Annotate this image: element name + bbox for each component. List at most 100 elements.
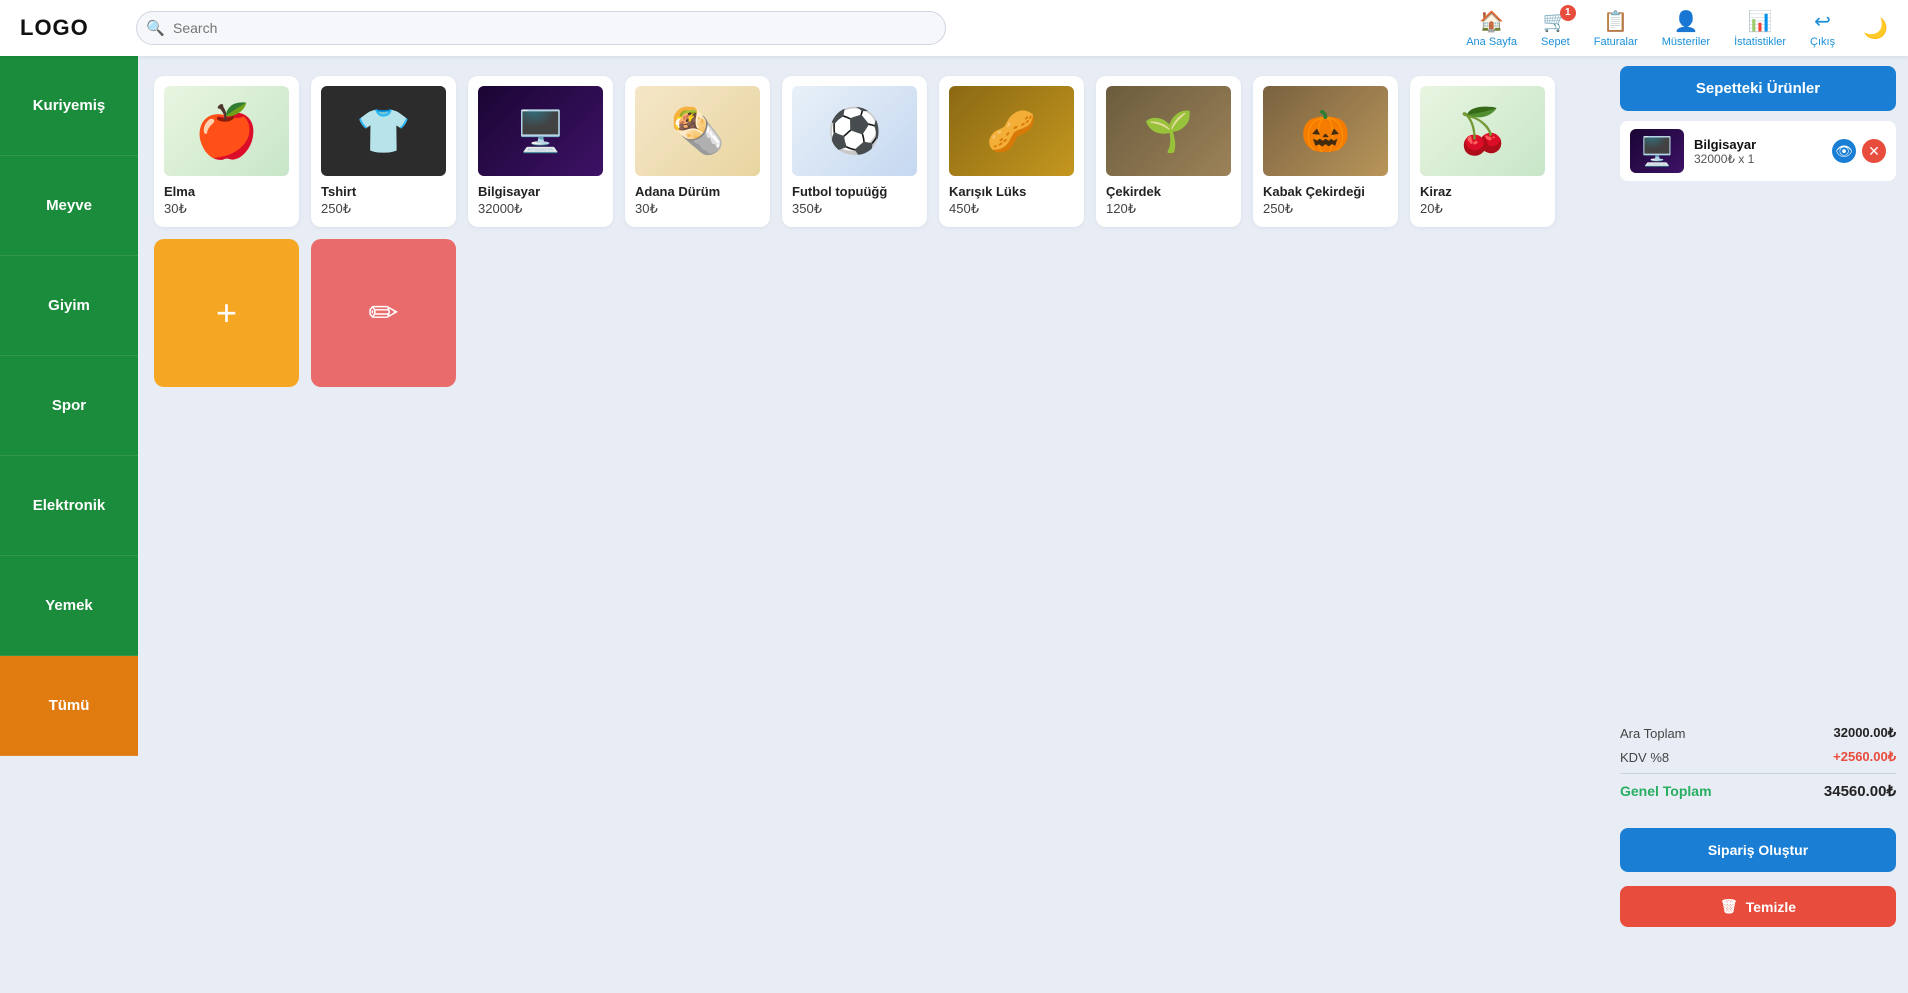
- nav-item-sepet[interactable]: 🛒 1 Sepet: [1541, 9, 1570, 48]
- nav-label-sepet: Sepet: [1541, 36, 1570, 48]
- cart-item-img-bilgisayar: 🖥️: [1630, 129, 1684, 173]
- cart-item-remove-button[interactable]: ✕: [1862, 139, 1886, 163]
- product-price-elma: 30₺: [164, 201, 289, 217]
- product-img-cekirdek: 🌱: [1106, 86, 1231, 176]
- nav-label-faturalar: Faturalar: [1594, 36, 1638, 48]
- right-panel: Sepetteki Ürünler 🖥️ Bilgisayar 32000₺ x…: [1608, 56, 1908, 937]
- sidebar-label-meyve: Meyve: [46, 197, 92, 214]
- search-wrap: 🔍: [136, 11, 946, 45]
- temizle-button[interactable]: 🗑 Temizle: [1620, 886, 1896, 927]
- nav-item-cikis[interactable]: ↩ Çıkış: [1810, 9, 1835, 48]
- product-card-karisik-luks[interactable]: 🥜 Karışık Lüks 450₺: [939, 76, 1084, 227]
- product-name-elma: Elma: [164, 184, 289, 199]
- main-content: 🍎 Elma 30₺ 👕 Tshirt 250₺ 🖥️ Bilgisayar 3…: [138, 56, 1608, 937]
- invoice-icon: 📋: [1603, 9, 1628, 34]
- product-card-bilgisayar[interactable]: 🖥️ Bilgisayar 32000₺: [468, 76, 613, 227]
- cart-item-controls: 👁 ✕: [1832, 139, 1886, 163]
- product-card-kabak-cekirde[interactable]: 🎃 Kabak Çekirdeği 250₺: [1253, 76, 1398, 227]
- product-price-kiraz: 20₺: [1420, 201, 1545, 217]
- product-name-futbol-topu: Futbol topuüğğ: [792, 184, 917, 199]
- edit-product-button[interactable]: ✏: [311, 239, 456, 387]
- product-price-cekirdek: 120₺: [1106, 201, 1231, 217]
- summary-divider: [1620, 773, 1896, 774]
- edit-icon: ✏: [368, 292, 398, 334]
- genel-toplam-label: Genel Toplam: [1620, 783, 1712, 799]
- sidebar-label-giyim: Giyim: [48, 297, 90, 314]
- sidebar-item-giyim[interactable]: Giyim: [0, 256, 138, 356]
- sidebar-label-spor: Spor: [52, 397, 86, 414]
- sidebar-label-elektronik: Elektronik: [33, 497, 106, 514]
- header: LOGO 🔍 🏠 Ana Sayfa 🛒 1 Sepet 📋 Faturalar…: [0, 0, 1908, 56]
- sidebar-item-meyve[interactable]: Meyve: [0, 156, 138, 256]
- product-card-tshirt[interactable]: 👕 Tshirt 250₺: [311, 76, 456, 227]
- nav-bar: 🏠 Ana Sayfa 🛒 1 Sepet 📋 Faturalar 👤 Müst…: [1466, 9, 1888, 48]
- add-product-button[interactable]: +: [154, 239, 299, 387]
- nav-item-musteriler[interactable]: 👤 Müsteriler: [1662, 9, 1710, 48]
- cart-item-bilgisayar: 🖥️ Bilgisayar 32000₺ x 1 👁 ✕: [1620, 121, 1896, 181]
- search-icon: 🔍: [146, 19, 165, 37]
- product-price-futbol-topu: 350₺: [792, 201, 917, 217]
- product-grid: 🍎 Elma 30₺ 👕 Tshirt 250₺ 🖥️ Bilgisayar 3…: [154, 76, 1592, 387]
- nav-item-ana-sayfa[interactable]: 🏠 Ana Sayfa: [1466, 9, 1517, 48]
- sidebar: Kuriyemiş Meyve Giyim Spor Elektronik Ye…: [0, 56, 138, 937]
- home-icon: 🏠: [1479, 9, 1504, 34]
- dark-mode-toggle[interactable]: 🌙: [1863, 16, 1888, 41]
- sidebar-item-elektronik[interactable]: Elektronik: [0, 456, 138, 556]
- ara-toplam-row: Ara Toplam 32000.00₺: [1620, 725, 1896, 741]
- product-name-adana-durum: Adana Dürüm: [635, 184, 760, 199]
- cart-item-info-bilgisayar: Bilgisayar 32000₺ x 1: [1694, 137, 1822, 166]
- product-img-kiraz: 🍒: [1420, 86, 1545, 176]
- product-img-tshirt: 👕: [321, 86, 446, 176]
- sepetteki-urunler-button[interactable]: Sepetteki Ürünler: [1620, 66, 1896, 111]
- cart-item-name-bilgisayar: Bilgisayar: [1694, 137, 1822, 152]
- product-card-kiraz[interactable]: 🍒 Kiraz 20₺: [1410, 76, 1555, 227]
- siparis-olustur-button[interactable]: Sipariş Oluştur: [1620, 828, 1896, 872]
- product-img-futbol-topu: ⚽: [792, 86, 917, 176]
- genel-toplam-row: Genel Toplam 34560.00₺: [1620, 782, 1896, 800]
- sidebar-item-tumu[interactable]: Tümü: [0, 656, 138, 756]
- product-card-cekirdek[interactable]: 🌱 Çekirdek 120₺: [1096, 76, 1241, 227]
- nav-item-faturalar[interactable]: 📋 Faturalar: [1594, 9, 1638, 48]
- product-img-adana-durum: 🌯: [635, 86, 760, 176]
- search-input[interactable]: [136, 11, 946, 45]
- ara-toplam-value: 32000.00₺: [1834, 725, 1897, 741]
- logo: LOGO: [20, 15, 100, 41]
- sidebar-item-spor[interactable]: Spor: [0, 356, 138, 456]
- cart-badge: 1: [1560, 5, 1576, 21]
- nav-label-istatistikler: İstatistikler: [1734, 36, 1786, 48]
- product-price-karisik-luks: 450₺: [949, 201, 1074, 217]
- layout: Kuriyemiş Meyve Giyim Spor Elektronik Ye…: [0, 56, 1908, 937]
- nav-label-musteriler: Müsteriler: [1662, 36, 1710, 48]
- sidebar-label-tumu: Tümü: [49, 697, 90, 714]
- sidebar-label-yemek: Yemek: [45, 597, 93, 614]
- product-img-bilgisayar: 🖥️: [478, 86, 603, 176]
- sidebar-label-kuriyemis: Kuriyemiş: [33, 97, 106, 114]
- product-name-kabak-cekirde: Kabak Çekirdeği: [1263, 184, 1388, 199]
- genel-toplam-value: 34560.00₺: [1824, 782, 1896, 800]
- product-card-futbol-topu[interactable]: ⚽ Futbol topuüğğ 350₺: [782, 76, 927, 227]
- product-name-bilgisayar: Bilgisayar: [478, 184, 603, 199]
- trash-icon: 🗑: [1720, 898, 1738, 915]
- sidebar-item-yemek[interactable]: Yemek: [0, 556, 138, 656]
- product-card-adana-durum[interactable]: 🌯 Adana Dürüm 30₺: [625, 76, 770, 227]
- cart-item-view-button[interactable]: 👁: [1832, 139, 1856, 163]
- product-price-adana-durum: 30₺: [635, 201, 760, 217]
- product-price-bilgisayar: 32000₺: [478, 201, 603, 217]
- nav-label-cikis: Çıkış: [1810, 36, 1835, 48]
- kdv-row: KDV %8 +2560.00₺: [1620, 749, 1896, 765]
- product-img-kabak-cekirde: 🎃: [1263, 86, 1388, 176]
- sidebar-item-kuriyemis[interactable]: Kuriyemiş: [0, 56, 138, 156]
- product-price-tshirt: 250₺: [321, 201, 446, 217]
- product-img-elma: 🍎: [164, 86, 289, 176]
- add-icon: +: [216, 292, 237, 334]
- product-name-tshirt: Tshirt: [321, 184, 446, 199]
- nav-item-istatistikler[interactable]: 📊 İstatistikler: [1734, 9, 1786, 48]
- product-img-karisik-luks: 🥜: [949, 86, 1074, 176]
- temizle-label: Temizle: [1746, 899, 1796, 915]
- product-name-cekirdek: Çekirdek: [1106, 184, 1231, 199]
- product-name-kiraz: Kiraz: [1420, 184, 1545, 199]
- product-card-elma[interactable]: 🍎 Elma 30₺: [154, 76, 299, 227]
- product-name-karisik-luks: Karışık Lüks: [949, 184, 1074, 199]
- user-icon: 👤: [1673, 9, 1698, 34]
- kdv-value: +2560.00₺: [1833, 749, 1896, 765]
